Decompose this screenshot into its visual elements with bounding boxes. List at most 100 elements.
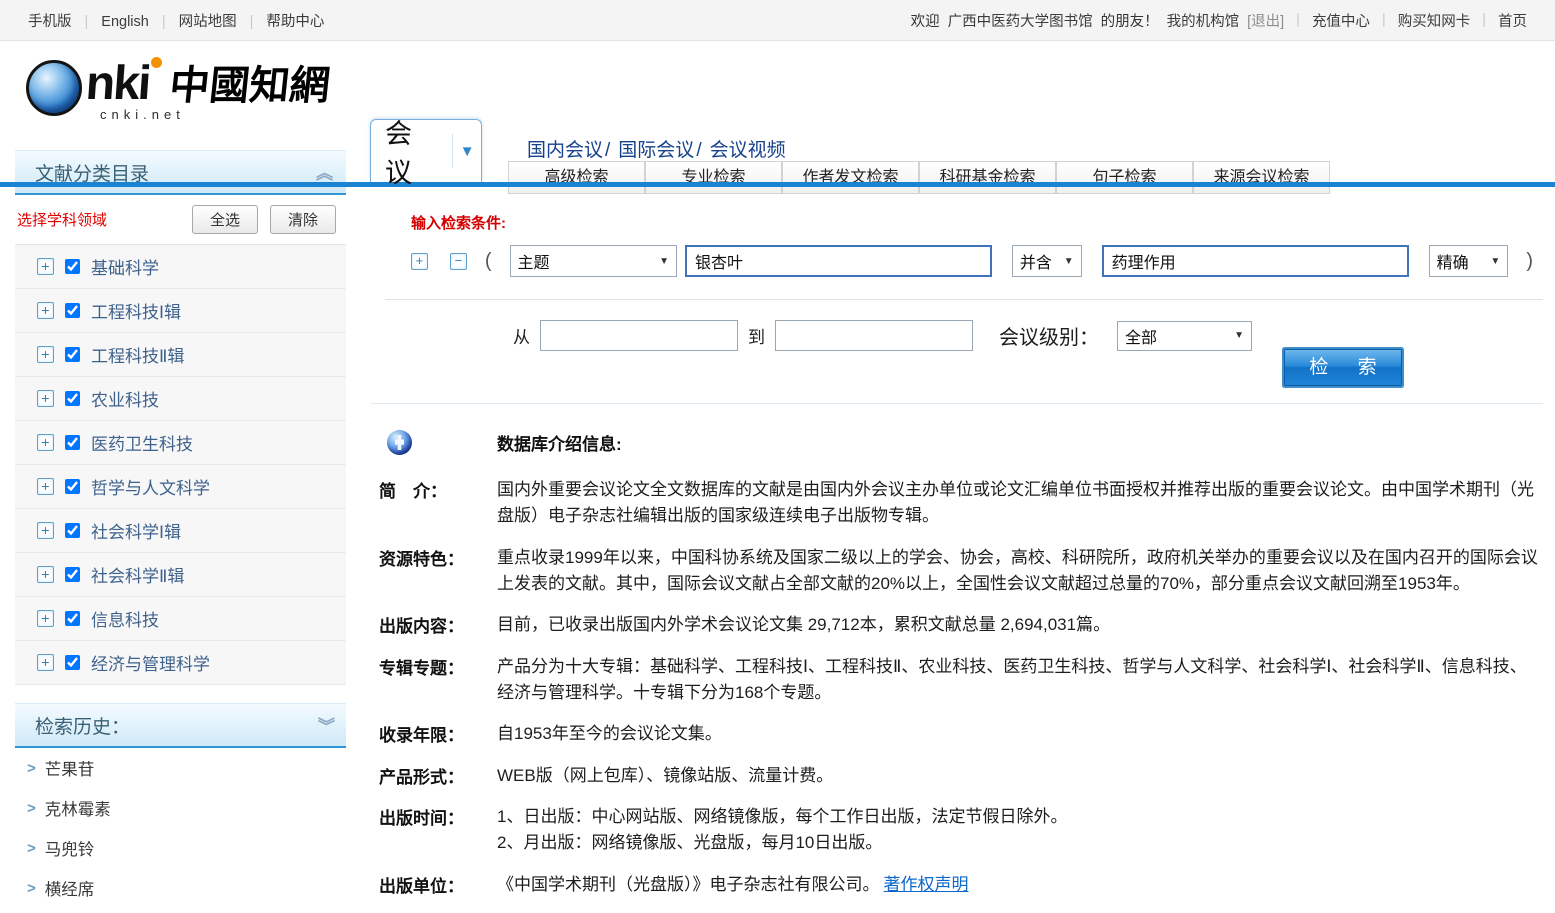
category-item[interactable]: + 工程科技Ⅰ辑	[15, 289, 346, 333]
category-checkbox[interactable]	[65, 347, 80, 362]
home-link[interactable]: 首页	[1498, 10, 1527, 31]
intro-row-label: 出版单位：	[379, 872, 491, 898]
keyword-input-2[interactable]	[1102, 245, 1409, 277]
search-tab[interactable]: 专业检索	[645, 161, 782, 194]
topbar-link[interactable]: 网站地图	[149, 14, 237, 30]
topbar-link[interactable]: English	[72, 14, 149, 30]
keyword-input-1[interactable]	[685, 245, 992, 277]
search-tab[interactable]: 作者发文检索	[782, 161, 919, 194]
topbar-link[interactable]: 帮助中心	[237, 14, 325, 30]
catalog-list: + 基础科学 + 工程科技Ⅰ辑 + 工程科技Ⅱ辑 + 农业科技 + 医药卫生科技…	[15, 245, 346, 685]
intro-row-text: 《中国学术期刊（光盘版）》电子杂志社有限公司。著作权声明	[497, 872, 1543, 898]
institution-name-link[interactable]: 广西中医药大学图书馆	[948, 10, 1093, 31]
category-checkbox[interactable]	[65, 479, 80, 494]
cnki-logo[interactable]: nki 中國知網 cnki.net	[26, 53, 330, 122]
search-tab[interactable]: 句子检索	[1056, 161, 1193, 194]
operator-select-value: 并含	[1020, 249, 1052, 273]
logo-chinese-text: 中國知網	[167, 53, 333, 111]
date-from-input[interactable]	[540, 320, 738, 351]
category-label: 哲学与人文科学	[91, 474, 210, 499]
clear-button[interactable]: 清除	[270, 205, 336, 234]
history-panel-header: 检索历史： 《	[15, 703, 346, 748]
topbar-link[interactable]: 手机版	[28, 14, 72, 30]
expand-plus-icon[interactable]: +	[37, 434, 54, 451]
search-history-panel: 检索历史： 《 > 芒果苷 > 克林霉素 > 马兜铃 > 横经席	[15, 703, 346, 908]
category-checkbox[interactable]	[65, 611, 80, 626]
product-selector-dropdown[interactable]: 会议 ▼	[370, 119, 482, 182]
category-checkbox[interactable]	[65, 391, 80, 406]
field-select[interactable]: 主题 ▼	[510, 245, 677, 277]
copyright-statement-link[interactable]: 著作权声明	[884, 875, 969, 894]
history-item[interactable]: > 马兜铃	[15, 828, 346, 868]
logout-link[interactable]: [退出]	[1247, 10, 1284, 31]
remove-condition-icon[interactable]: −	[450, 253, 467, 270]
topbar-left: 手机版English网站地图帮助中心	[28, 10, 324, 31]
intro-text-line: 国内外重要会议论文全文数据库的文献是由国内外会议主办单位或论文汇编单位书面授权并…	[497, 477, 1543, 530]
date-to-input[interactable]	[775, 320, 973, 351]
category-checkbox[interactable]	[65, 303, 80, 318]
history-item[interactable]: > 克林霉素	[15, 788, 346, 828]
to-label: 到	[748, 323, 765, 348]
chevron-down-icon[interactable]: ▼	[452, 134, 481, 168]
conference-level-value: 全部	[1125, 324, 1157, 348]
category-item[interactable]: + 基础科学	[15, 245, 346, 289]
expand-plus-icon[interactable]: +	[37, 654, 54, 671]
match-mode-select[interactable]: 精确 ▼	[1429, 245, 1509, 277]
category-checkbox[interactable]	[65, 523, 80, 538]
logo-latin-text: nki	[84, 56, 151, 111]
category-item[interactable]: + 信息科技	[15, 597, 346, 641]
conference-level-select[interactable]: 全部 ▼	[1117, 321, 1252, 351]
intro-row: 出版时间： 1、日出版：中心网站版、网络镜像版，每个工作日出版，法定节假日除外。…	[379, 804, 1543, 857]
intro-row: 收录年限： 自1953年至今的会议论文集。	[379, 721, 1543, 747]
expand-plus-icon[interactable]: +	[37, 478, 54, 495]
intro-title-row: 数据库介绍信息:	[379, 430, 1543, 455]
my-org-link[interactable]: 我的机构馆	[1167, 10, 1240, 31]
category-label: 工程科技Ⅱ辑	[91, 342, 184, 367]
expand-plus-icon[interactable]: +	[37, 566, 54, 583]
divider: |	[1382, 12, 1386, 28]
category-item[interactable]: + 农业科技	[15, 377, 346, 421]
expand-plus-icon[interactable]: +	[37, 258, 54, 275]
collapse-up-icon[interactable]: 《	[313, 164, 338, 181]
expand-plus-icon[interactable]: +	[37, 302, 54, 319]
category-item[interactable]: + 社会科学Ⅰ辑	[15, 509, 346, 553]
category-item[interactable]: + 社会科学Ⅱ辑	[15, 553, 346, 597]
category-label: 信息科技	[91, 606, 159, 631]
search-tab[interactable]: 来源会议检索	[1193, 161, 1330, 194]
history-item-label: 马兜铃	[45, 836, 95, 860]
select-all-button[interactable]: 全选	[192, 205, 258, 234]
history-item[interactable]: > 横经席	[15, 868, 346, 908]
category-checkbox[interactable]	[65, 567, 80, 582]
arrow-right-icon: >	[27, 800, 36, 817]
search-button[interactable]: 检 索	[1284, 349, 1402, 386]
add-condition-icon[interactable]: +	[411, 253, 428, 270]
intro-row-label: 产品形式：	[379, 763, 491, 789]
expand-plus-icon[interactable]: +	[37, 522, 54, 539]
operator-select[interactable]: 并含 ▼	[1012, 245, 1082, 277]
topbar-right: 欢迎 广西中医药大学图书馆 的朋友！ 我的机构馆 [退出] | 充值中心 | 购…	[911, 10, 1527, 31]
category-checkbox[interactable]	[65, 435, 80, 450]
category-checkbox[interactable]	[65, 655, 80, 670]
search-tab[interactable]: 科研基金检索	[919, 161, 1056, 194]
intro-row-label: 出版内容：	[379, 612, 491, 638]
category-checkbox[interactable]	[65, 259, 80, 274]
category-item[interactable]: + 工程科技Ⅱ辑	[15, 333, 346, 377]
category-item[interactable]: + 哲学与人文科学	[15, 465, 346, 509]
intro-row-label: 出版时间：	[379, 804, 491, 857]
category-item[interactable]: + 经济与管理科学	[15, 641, 346, 685]
search-condition-row: + − ( 主题 ▼ 并含 ▼ 精确 ▼ )	[411, 245, 1543, 277]
expand-plus-icon[interactable]: +	[37, 346, 54, 363]
buy-card-link[interactable]: 购买知网卡	[1398, 10, 1471, 31]
expand-plus-icon[interactable]: +	[37, 610, 54, 627]
recharge-link[interactable]: 充值中心	[1312, 10, 1370, 31]
collapse-down-icon[interactable]: 《	[313, 717, 338, 734]
history-item[interactable]: > 芒果苷	[15, 748, 346, 788]
expand-plus-icon[interactable]: +	[37, 390, 54, 407]
search-tab[interactable]: 高级检索	[508, 161, 645, 194]
intro-row-text: 1、日出版：中心网站版、网络镜像版，每个工作日出版，法定节假日除外。2、月出版：…	[497, 804, 1543, 857]
welcome-text: 欢迎	[911, 10, 940, 31]
arrow-right-icon: >	[27, 880, 36, 897]
intro-text-line: 1、日出版：中心网站版、网络镜像版，每个工作日出版，法定节假日除外。	[497, 804, 1543, 830]
category-item[interactable]: + 医药卫生科技	[15, 421, 346, 465]
intro-row-label: 收录年限：	[379, 721, 491, 747]
